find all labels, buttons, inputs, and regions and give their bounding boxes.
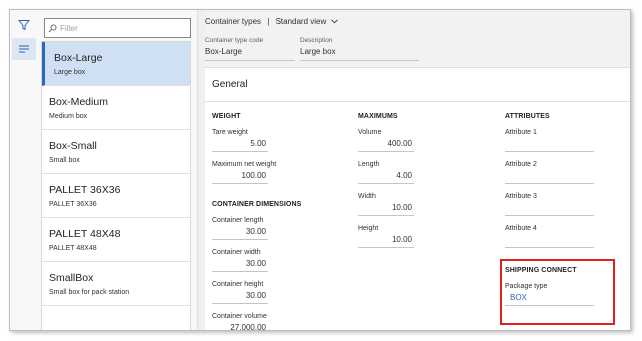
attribute-1-label: Attribute 1 xyxy=(505,129,537,136)
breadcrumb: Container types | Standard view xyxy=(205,17,338,26)
app-window: Box-Large Large box Box-Medium Medium bo… xyxy=(9,9,631,331)
view-selector-label: Standard view xyxy=(275,17,327,26)
max-length-field[interactable]: 4.00 xyxy=(358,171,414,184)
list-item-subtitle: Medium box xyxy=(49,113,88,120)
list-view-icon[interactable] xyxy=(12,38,36,60)
max-height-label: Height xyxy=(358,225,379,232)
maximums-heading: MAXIMUMS xyxy=(358,113,398,120)
divider xyxy=(205,101,630,102)
container-height-label: Container height xyxy=(212,281,264,288)
attribute-4-label: Attribute 4 xyxy=(505,225,537,232)
attribute-1-field[interactable] xyxy=(505,139,594,152)
max-height-field[interactable]: 10.00 xyxy=(358,235,414,248)
max-net-weight-label: Maximum net weight xyxy=(212,161,277,168)
container-width-field[interactable]: 30.00 xyxy=(212,259,268,272)
container-volume-label: Container volume xyxy=(212,313,267,320)
list-item-subtitle: Small box for pack station xyxy=(49,289,130,296)
list-item[interactable]: Box-Small Small box xyxy=(42,130,190,174)
container-width-label: Container width xyxy=(212,249,261,256)
tare-weight-field[interactable]: 5.00 xyxy=(212,139,268,152)
search-icon xyxy=(48,23,57,33)
page-title: Container types xyxy=(205,17,262,26)
list-item-subtitle: Large box xyxy=(54,69,86,76)
left-rail xyxy=(10,10,39,330)
filter-input[interactable] xyxy=(57,23,180,33)
container-height-field[interactable]: 30.00 xyxy=(212,291,268,304)
tare-weight-label: Tare weight xyxy=(212,129,248,136)
max-width-field[interactable]: 10.00 xyxy=(358,203,414,216)
container-type-list: Box-Large Large box Box-Medium Medium bo… xyxy=(41,41,191,330)
list-item-subtitle: PALLET 48X48 xyxy=(49,245,97,252)
list-item-title: SmallBox xyxy=(49,272,94,284)
list-item-title: Box-Large xyxy=(54,52,103,64)
container-length-label: Container length xyxy=(212,217,264,224)
code-label: Container type code xyxy=(205,37,264,44)
container-length-field[interactable]: 30.00 xyxy=(212,227,268,240)
view-selector[interactable]: Standard view xyxy=(276,17,338,26)
container-volume-field[interactable]: 27,000.00 xyxy=(212,323,268,330)
detail-pane: Container types | Standard view Containe… xyxy=(205,10,630,330)
attribute-3-field[interactable] xyxy=(505,203,594,216)
chevron-down-icon xyxy=(330,19,338,24)
attribute-2-field[interactable] xyxy=(505,171,594,184)
breadcrumb-separator: | xyxy=(267,17,270,26)
list-item[interactable]: SmallBox Small box for pack station xyxy=(42,262,190,306)
attribute-3-label: Attribute 3 xyxy=(505,193,537,200)
max-width-label: Width xyxy=(358,193,376,200)
list-item-title: PALLET 36X36 xyxy=(49,184,121,196)
attribute-2-label: Attribute 2 xyxy=(505,161,537,168)
list-item[interactable]: PALLET 36X36 PALLET 36X36 xyxy=(42,174,190,218)
general-section: General WEIGHT Tare weight 5.00 Maximum … xyxy=(205,67,630,330)
max-length-label: Length xyxy=(358,161,380,168)
list-item-title: PALLET 48X48 xyxy=(49,228,121,240)
section-title[interactable]: General xyxy=(212,79,248,90)
attributes-heading: ATTRIBUTES xyxy=(505,113,550,120)
description-field[interactable]: Large box xyxy=(300,47,419,61)
attribute-4-field[interactable] xyxy=(505,235,594,248)
filter-box[interactable] xyxy=(44,18,191,38)
list-item[interactable]: Box-Medium Medium box xyxy=(42,86,190,130)
filter-icon[interactable] xyxy=(12,14,36,36)
list-item-subtitle: Small box xyxy=(49,157,80,164)
list-item-title: Box-Medium xyxy=(49,96,108,108)
dimensions-heading: CONTAINER DIMENSIONS xyxy=(212,201,302,208)
list-item[interactable]: PALLET 48X48 PALLET 48X48 xyxy=(42,218,190,262)
list-pane: Box-Large Large box Box-Medium Medium bo… xyxy=(38,10,198,330)
weight-heading: WEIGHT xyxy=(212,113,241,120)
description-label: Description xyxy=(300,37,333,44)
list-item-title: Box-Small xyxy=(49,140,97,152)
list-item[interactable]: Box-Large Large box xyxy=(42,42,190,86)
highlight-box xyxy=(500,259,615,325)
max-volume-field[interactable]: 400.00 xyxy=(358,139,414,152)
list-item-subtitle: PALLET 36X36 xyxy=(49,201,97,208)
max-volume-label: Volume xyxy=(358,129,382,136)
max-net-weight-field[interactable]: 100.00 xyxy=(212,171,268,184)
code-field[interactable]: Box-Large xyxy=(205,47,295,61)
